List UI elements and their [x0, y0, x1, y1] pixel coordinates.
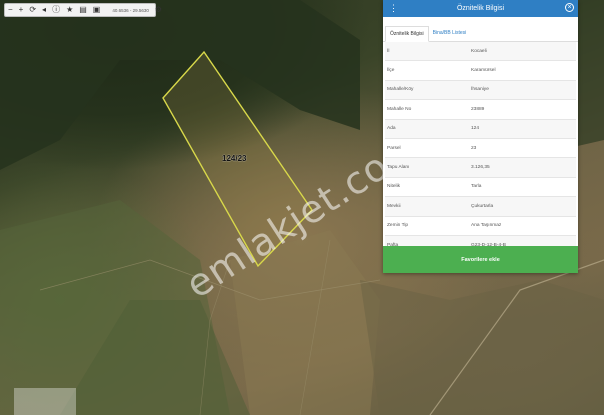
save-icon[interactable]: ▣	[93, 6, 101, 14]
row-value: Ana Taşınmaz	[471, 223, 502, 229]
agency-logo	[14, 388, 76, 415]
row-label: Mahalle No	[387, 106, 412, 112]
row-label: Parsel	[387, 145, 401, 151]
zoom-in-icon[interactable]: +	[19, 6, 24, 14]
row-label: Ada	[387, 126, 396, 132]
table-row: İl Kocaeli	[385, 42, 576, 62]
panel-header: ⋮ Öznitelik Bilgisi ×	[383, 0, 578, 17]
table-row: Zemin Tip Ana Taşınmaz	[385, 217, 576, 236]
table-row: Mahalle No 23889	[385, 100, 576, 120]
parcel-number-label: 124/23	[222, 154, 247, 163]
attribute-info-panel: ⋮ Öznitelik Bilgisi × Öznitelik Bilgisi …	[383, 0, 578, 273]
row-label: Tapu Alanı	[387, 165, 410, 171]
table-row: İlçe Karamürsel	[385, 61, 576, 81]
coordinate-readout: 40.6536 - 29.5630	[112, 7, 149, 13]
row-label: Zemin Tip	[387, 223, 409, 229]
gear-icon[interactable]: ⚙	[155, 6, 162, 14]
print-icon[interactable]: ▤	[79, 6, 87, 14]
row-label: Mahalle/Köy	[387, 87, 414, 93]
favorite-star-icon[interactable]: ★	[66, 6, 73, 14]
row-value: 23889	[471, 106, 485, 112]
map-toolbar: − + ⟳ ◂ ⓘ ★ ▤ ▣ 40.6536 - 29.5630 ⚙	[4, 3, 162, 17]
back-icon[interactable]: ◂	[42, 6, 46, 14]
row-value: Tarla	[471, 184, 482, 190]
add-to-favorites-button[interactable]: Favorilere ekle	[383, 246, 578, 273]
row-value: 124	[471, 126, 480, 132]
close-icon[interactable]: ×	[565, 3, 574, 12]
row-label: Mevkii	[387, 203, 401, 209]
tab-attribute-info[interactable]: Öznitelik Bilgisi	[385, 26, 429, 42]
table-row: Mevkii Çukurtarla	[385, 197, 576, 217]
tab-building-list[interactable]: Bina/BB Listesi	[429, 25, 471, 41]
row-value: İhsaniye	[471, 87, 489, 93]
row-value: Kocaeli	[471, 48, 487, 54]
row-label: Nitelik	[387, 184, 401, 190]
table-row: Ada 124	[385, 119, 576, 139]
row-label: İlçe	[387, 68, 395, 74]
refresh-icon[interactable]: ⟳	[29, 6, 36, 14]
row-value: Karamürsel	[471, 68, 496, 74]
attribute-table: İl Kocaeli İlçe Karamürsel Mahalle/Köy İhsa…	[383, 42, 578, 256]
row-value: Çukurtarla	[471, 203, 494, 209]
zoom-out-icon[interactable]: −	[8, 6, 13, 14]
row-value: 23	[471, 145, 477, 151]
panel-title: Öznitelik Bilgisi	[456, 5, 505, 12]
info-icon[interactable]: ⓘ	[52, 6, 60, 14]
table-row: Tapu Alanı 3.126,35	[385, 158, 576, 178]
row-value: 3.126,35	[471, 165, 490, 171]
table-row: Parsel 23	[385, 139, 576, 159]
row-label: İl	[387, 48, 390, 54]
panel-tabs: Öznitelik Bilgisi Bina/BB Listesi	[383, 17, 578, 42]
menu-dots-icon[interactable]: ⋮	[389, 2, 398, 14]
table-row: Nitelik Tarla	[385, 178, 576, 198]
table-row: Mahalle/Köy İhsaniye	[385, 80, 576, 101]
